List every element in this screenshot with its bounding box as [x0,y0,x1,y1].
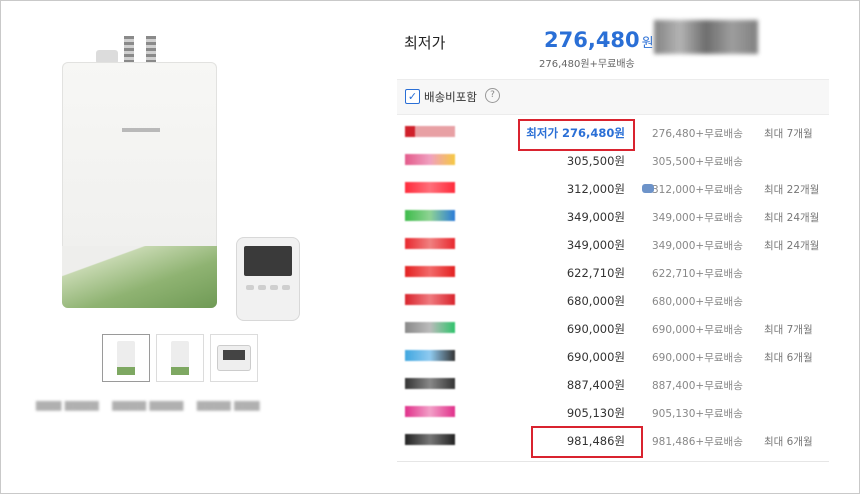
installment-info: 최대 24개월 [764,240,820,252]
product-meta-blurred: ▆▆▆ ▆▆▆▆ ▆▆▆▆ ▆▆▆▆ ▆▆▆▆ ▆▆▆ [36,398,270,411]
mall-price[interactable]: 312,000원 [567,181,625,197]
help-icon[interactable]: ? [485,88,500,103]
installment-info: 최대 7개월 [764,324,813,336]
controller-screen [244,246,292,276]
mall-logo-auction[interactable] [405,238,455,249]
thumbnail-3[interactable] [210,334,258,382]
meta-blur: ▆▆▆▆ ▆▆▆ [196,398,260,411]
mall-price[interactable]: 680,000원 [567,293,625,309]
mall-price[interactable]: 887,400원 [567,377,625,393]
highlight-box-highest [531,426,643,458]
shipping-include-label[interactable]: 배송비포함 [424,89,477,105]
table-row[interactable]: 305,500원 305,500+무료배송 [397,147,829,175]
mall-logo-red3[interactable] [405,294,455,305]
shipping-include-bar: ✓ 배송비포함 ? [397,79,829,115]
mall-price[interactable]: 305,500원 [567,153,625,169]
mall-shipping: 312,000+무료배송 [652,184,743,196]
highlight-box-lowest [518,119,635,151]
controller-button [282,285,290,290]
mall-logo-dark[interactable] [405,378,455,389]
heater-body [62,62,217,308]
mall-shipping: 680,000+무료배송 [652,296,743,308]
mall-shipping: 349,000+무료배송 [652,212,743,224]
mall-shipping: 690,000+무료배송 [652,324,743,336]
mall-shipping: 622,710+무료배송 [652,268,743,280]
mall-shipping: 305,500+무료배송 [652,156,743,168]
mall-logo-green[interactable] [405,210,455,221]
blurred-button[interactable] [654,20,758,54]
mall-logo-gray[interactable] [405,322,455,333]
table-row[interactable]: 680,000원 680,000+무료배송 [397,287,829,315]
mall-price[interactable]: 690,000원 [567,349,625,365]
mall-shipping: 887,400+무료배송 [652,380,743,392]
mall-price[interactable]: 905,130원 [567,405,625,421]
controller-button [246,285,254,290]
installment-info: 최대 6개월 [764,352,813,364]
lowest-price-label: 최저가 [404,34,446,52]
table-row[interactable]: 905,130원 905,130+무료배송 [397,399,829,427]
mall-logo-red[interactable] [405,126,455,137]
heater-green-panel [62,246,217,308]
table-row[interactable]: 887,400원 887,400+무료배송 [397,371,829,399]
mall-logo-11[interactable] [405,182,455,193]
mall-shipping: 905,130+무료배송 [652,408,743,420]
meta-blur: ▆▆▆▆ ▆▆▆▆ [112,398,184,411]
mall-shipping: 349,000+무료배송 [652,240,743,252]
table-row[interactable]: 690,000원 690,000+무료배송 최대 7개월 [397,315,829,343]
mall-shipping: 981,486+무료배송 [652,436,743,448]
table-row[interactable]: 622,710원 622,710+무료배송 [397,259,829,287]
installment-info: 최대 24개월 [764,212,820,224]
controller-button [270,285,278,290]
checkbox-icon[interactable]: ✓ [405,89,420,104]
product-image-water-heater[interactable] [62,36,217,308]
lowest-price-number: 276,480 [544,28,640,52]
list-divider [397,461,829,462]
product-image-controller[interactable] [236,237,300,321]
table-row[interactable]: 312,000원 312,000+무료배송 최대 22개월 [397,175,829,203]
mall-price[interactable]: 622,710원 [567,265,625,281]
mall-logo-blue[interactable] [405,350,455,361]
lowest-price-value[interactable]: 276,480 원 [544,28,654,52]
controller-button [258,285,266,290]
mall-logo-black[interactable] [405,434,455,445]
table-row[interactable]: 349,000원 349,000+무료배송 최대 24개월 [397,231,829,259]
thumbnail-1[interactable] [102,334,150,382]
mall-shipping: 276,480+무료배송 [652,128,743,140]
installment-info: 최대 6개월 [764,436,813,448]
installment-info: 최대 7개월 [764,128,813,140]
mall-logo-pink2[interactable] [405,406,455,417]
mall-price[interactable]: 349,000원 [567,237,625,253]
thumbnail-2[interactable] [156,334,204,382]
mall-logo-pink[interactable] [405,154,455,165]
mall-logo-red2[interactable] [405,266,455,277]
table-row[interactable]: 349,000원 349,000+무료배송 최대 24개월 [397,203,829,231]
lowest-price-shipping: 276,480원+무료배송 [539,59,635,70]
currency-unit: 원 [641,36,654,51]
mall-shipping: 690,000+무료배송 [652,352,743,364]
thumbnail-strip [102,334,258,382]
mall-price[interactable]: 349,000원 [567,209,625,225]
mall-price[interactable]: 690,000원 [567,321,625,337]
table-row[interactable]: 690,000원 690,000+무료배송 최대 6개월 [397,343,829,371]
brand-logo [122,128,160,132]
meta-blur: ▆▆▆ ▆▆▆▆ [36,398,99,411]
installment-info: 최대 22개월 [764,184,820,196]
